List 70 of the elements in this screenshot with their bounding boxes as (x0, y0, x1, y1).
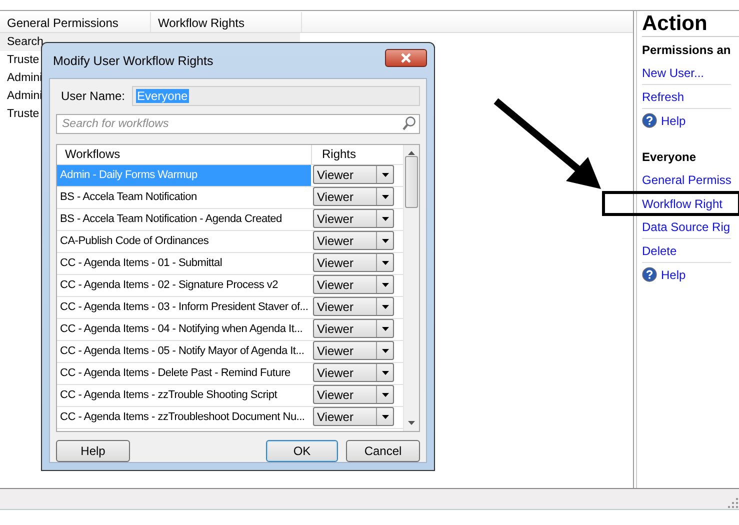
table-cell[interactable]: BS - Accela Team Notification (57, 187, 311, 208)
caret-icon (382, 304, 388, 308)
help-button[interactable]: Help (56, 440, 130, 462)
scrollbar[interactable] (403, 145, 419, 431)
list-item[interactable]: Admini (7, 90, 42, 102)
rights-dropdown[interactable]: Viewer (313, 165, 394, 184)
table-cell[interactable]: CC - Agenda Items - zzTrouble Shooting Script (57, 385, 311, 406)
pane-title: Action (642, 11, 739, 37)
help-icon (642, 267, 657, 282)
dialog-title: Modify User Workflow Rights (52, 54, 214, 68)
caret-icon (382, 392, 388, 396)
table-cell[interactable]: CA-Publish Code of Ordinances (57, 231, 311, 252)
caret-icon (382, 172, 388, 176)
list-item[interactable]: Search (7, 36, 44, 48)
search-icon[interactable] (402, 116, 416, 131)
help-icon (642, 113, 657, 128)
action-link[interactable]: Refresh (642, 90, 684, 104)
help-link[interactable]: Help (661, 114, 686, 128)
caret-icon (382, 414, 388, 418)
column-header[interactable]: Workflow Rights (151, 12, 302, 32)
ok-button[interactable]: OK (266, 440, 338, 462)
rights-dropdown[interactable]: Viewer (313, 209, 394, 228)
cancel-button[interactable]: Cancel (346, 440, 420, 462)
caret-icon (382, 260, 388, 264)
caret-icon (382, 370, 388, 374)
action-link[interactable]: General Permiss (642, 172, 732, 186)
caret-icon (382, 194, 388, 198)
column-header[interactable]: General Permissions (0, 12, 151, 32)
list-item[interactable]: Admini (7, 72, 42, 84)
close-icon (400, 52, 412, 62)
close-button[interactable] (385, 48, 427, 66)
section-heading: Permissions an (642, 43, 732, 57)
rights-dropdown[interactable]: Viewer (313, 363, 394, 382)
list-item[interactable]: Truste (7, 54, 40, 66)
rights-dropdown[interactable]: Viewer (313, 341, 394, 360)
list-item[interactable]: Truste (7, 108, 40, 120)
action-link[interactable]: Delete (642, 244, 677, 258)
table-cell[interactable]: CC - Agenda Items - 03 - Inform President Staver of... (57, 297, 311, 318)
column-header[interactable]: Rights (312, 145, 356, 164)
search-field[interactable]: Search for workflows (56, 114, 420, 134)
table-cell[interactable]: CC - Agenda Items - 01 - Submittal (57, 253, 311, 274)
caret-icon (382, 238, 388, 242)
help-link[interactable]: Help (661, 268, 686, 282)
rights-dropdown[interactable]: Viewer (313, 407, 394, 426)
action-link[interactable]: New User... (642, 66, 704, 80)
action-link[interactable]: Data Source Rig (642, 220, 730, 234)
caret-icon (382, 348, 388, 352)
caret-icon (382, 326, 388, 330)
rights-dropdown[interactable]: Viewer (313, 187, 394, 206)
rights-dropdown[interactable]: Viewer (313, 275, 394, 294)
rights-dropdown[interactable]: Viewer (313, 231, 394, 250)
table-cell[interactable]: CC - Agenda Items - zzTroubleshoot Document Nu... (57, 407, 311, 428)
caret-icon (382, 282, 388, 286)
table-cell[interactable]: CC - Agenda Items - Delete Past - Remind Future (57, 363, 311, 384)
scroll-down-icon[interactable] (408, 421, 415, 425)
rights-dropdown[interactable]: Viewer (313, 253, 394, 272)
scroll-thumb[interactable] (405, 156, 418, 208)
field-label: User Name: (60, 89, 126, 103)
action-link[interactable]: Workflow Right (642, 196, 722, 210)
table-cell[interactable]: BS - Accela Team Notification - Agenda Created (57, 209, 311, 230)
rights-dropdown[interactable]: Viewer (313, 385, 394, 404)
table-cell[interactable]: CC - Agenda Items - 04 - Notifying when Agenda It... (57, 319, 311, 340)
resize-grip-icon[interactable] (727, 497, 739, 509)
caret-icon (382, 216, 388, 220)
rights-dropdown[interactable]: Viewer (313, 319, 394, 338)
column-header[interactable]: Workflows (57, 145, 312, 164)
rights-dropdown[interactable]: Viewer (313, 297, 394, 316)
table-cell[interactable]: CC - Agenda Items - 02 - Signature Process v2 (57, 275, 311, 296)
section-heading: Everyone (642, 150, 698, 164)
table-cell[interactable]: CC - Agenda Items - 05 - Notify Mayor of Agenda It... (57, 341, 311, 362)
